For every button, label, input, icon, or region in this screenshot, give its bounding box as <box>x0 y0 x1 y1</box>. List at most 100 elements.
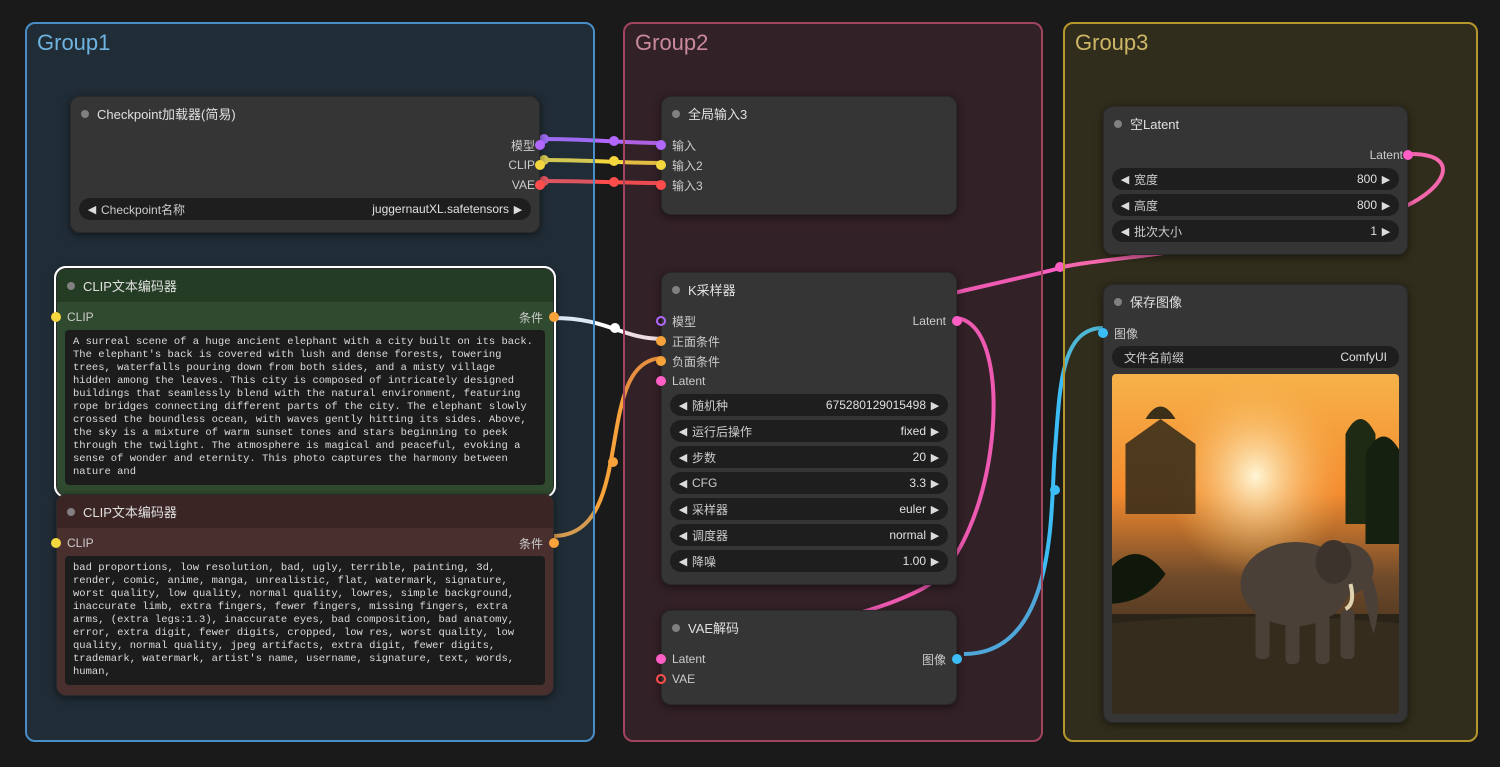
output-port-vae[interactable] <box>535 180 545 190</box>
input-port-latent[interactable] <box>656 654 666 664</box>
node-clip-text-encode-positive[interactable]: CLIP文本编码器 CLIP 条件 A surreal scene of a h… <box>56 268 554 496</box>
ksampler-widget-2[interactable]: ◀步数20▶ <box>670 446 948 468</box>
input-port-vae[interactable] <box>656 674 666 684</box>
arrow-right-icon[interactable]: ▶ <box>930 425 940 438</box>
widget-label: 高度 <box>1134 197 1158 214</box>
widget-value: juggernautXL.safetensors <box>193 202 509 216</box>
arrow-left-icon[interactable]: ◀ <box>678 503 688 516</box>
input-port-latent[interactable] <box>656 376 666 386</box>
node-header[interactable]: 全局输入3 <box>662 97 956 130</box>
widget-value: normal <box>736 528 926 542</box>
arrow-left-icon[interactable]: ◀ <box>1120 173 1130 186</box>
output-port-image[interactable] <box>952 654 962 664</box>
arrow-right-icon[interactable]: ▶ <box>1381 173 1391 186</box>
ksampler-widget-1[interactable]: ◀运行后操作fixed▶ <box>670 420 948 442</box>
ksampler-widget-4[interactable]: ◀采样器euler▶ <box>670 498 948 520</box>
group-1-title: Group1 <box>27 24 593 60</box>
arrow-left-icon[interactable]: ◀ <box>678 555 688 568</box>
node-title: K采样器 <box>688 280 736 299</box>
prompt-textarea[interactable]: A surreal scene of a huge ancient elepha… <box>65 330 545 485</box>
output-port-model[interactable] <box>535 140 545 150</box>
collapse-dot-icon[interactable] <box>672 110 680 118</box>
filename-prefix-widget[interactable]: 文件名前缀 ComfyUI <box>1112 346 1399 368</box>
arrow-left-icon[interactable]: ◀ <box>678 529 688 542</box>
arrow-left-icon[interactable]: ◀ <box>678 399 688 412</box>
ksampler-widget-5[interactable]: ◀调度器normal▶ <box>670 524 948 546</box>
collapse-dot-icon[interactable] <box>67 508 75 516</box>
node-title: Checkpoint加载器(简易) <box>97 104 236 123</box>
node-header[interactable]: K采样器 <box>662 273 956 306</box>
collapse-dot-icon[interactable] <box>1114 298 1122 306</box>
input-port-3[interactable] <box>656 180 666 190</box>
node-checkpoint-loader[interactable]: Checkpoint加载器(简易) 模型 CLIP VAE ◀ Checkpoi… <box>70 96 540 233</box>
input-port-1[interactable] <box>656 140 666 150</box>
arrow-right-icon[interactable]: ▶ <box>513 203 523 216</box>
ksampler-widget-6[interactable]: ◀降噪1.00▶ <box>670 550 948 572</box>
node-clip-text-encode-negative[interactable]: CLIP文本编码器 CLIP 条件 bad proportions, low r… <box>56 494 554 696</box>
input-port-clip[interactable] <box>51 312 61 322</box>
input-port-image[interactable] <box>1098 328 1108 338</box>
node-header[interactable]: CLIP文本编码器 <box>57 269 553 302</box>
empty-latent-widget-2[interactable]: ◀批次大小1▶ <box>1112 220 1399 242</box>
input-port-positive[interactable] <box>656 336 666 346</box>
ksampler-widget-0[interactable]: ◀随机种675280129015498▶ <box>670 394 948 416</box>
node-header[interactable]: 空Latent <box>1104 107 1407 140</box>
arrow-left-icon[interactable]: ◀ <box>678 451 688 464</box>
output-port-clip[interactable] <box>535 160 545 170</box>
input-port-2[interactable] <box>656 160 666 170</box>
widget-label: 降噪 <box>692 553 716 570</box>
output-port-latent[interactable] <box>952 316 962 326</box>
node-title: 保存图像 <box>1130 292 1182 311</box>
arrow-right-icon[interactable]: ▶ <box>930 503 940 516</box>
input-label-model: 模型 <box>672 313 696 330</box>
output-port-cond[interactable] <box>549 538 559 548</box>
node-title: VAE解码 <box>688 618 739 637</box>
arrow-right-icon[interactable]: ▶ <box>1381 199 1391 212</box>
group-3-title: Group3 <box>1065 24 1476 60</box>
node-header[interactable]: VAE解码 <box>662 611 956 644</box>
input-port-negative[interactable] <box>656 356 666 366</box>
collapse-dot-icon[interactable] <box>1114 120 1122 128</box>
arrow-right-icon[interactable]: ▶ <box>930 399 940 412</box>
arrow-left-icon[interactable]: ◀ <box>1120 199 1130 212</box>
prompt-textarea[interactable]: bad proportions, low resolution, bad, ug… <box>65 556 545 685</box>
widget-label: 步数 <box>692 449 716 466</box>
node-global-input-3[interactable]: 全局输入3 输入 输入2 输入3 <box>661 96 957 215</box>
arrow-left-icon[interactable]: ◀ <box>678 477 688 490</box>
empty-latent-widget-1[interactable]: ◀高度800▶ <box>1112 194 1399 216</box>
output-port-latent[interactable] <box>1403 150 1413 160</box>
input-port-clip[interactable] <box>51 538 61 548</box>
arrow-right-icon[interactable]: ▶ <box>930 477 940 490</box>
node-empty-latent[interactable]: 空Latent Latent ◀宽度800▶◀高度800▶◀批次大小1▶ <box>1103 106 1408 255</box>
input-label-3: 输入3 <box>672 177 703 194</box>
arrow-right-icon[interactable]: ▶ <box>930 529 940 542</box>
node-header[interactable]: CLIP文本编码器 <box>57 495 553 528</box>
arrow-left-icon[interactable]: ◀ <box>678 425 688 438</box>
node-ksampler[interactable]: K采样器 模型 Latent 正面条件 负面条件 Latent ◀随机种6752… <box>661 272 957 585</box>
node-header[interactable]: 保存图像 <box>1104 285 1407 318</box>
collapse-dot-icon[interactable] <box>672 286 680 294</box>
checkpoint-name-widget[interactable]: ◀ Checkpoint名称 juggernautXL.safetensors … <box>79 198 531 220</box>
node-vae-decode[interactable]: VAE解码 Latent 图像 VAE <box>661 610 957 705</box>
node-save-image[interactable]: 保存图像 图像 文件名前缀 ComfyUI <box>1103 284 1408 723</box>
collapse-dot-icon[interactable] <box>81 110 89 118</box>
arrow-left-icon[interactable]: ◀ <box>1120 225 1130 238</box>
arrow-right-icon[interactable]: ▶ <box>930 555 940 568</box>
node-header[interactable]: Checkpoint加载器(简易) <box>71 97 539 130</box>
image-preview[interactable] <box>1112 374 1399 714</box>
node-title: 全局输入3 <box>688 104 747 123</box>
input-label-latent: Latent <box>672 374 705 388</box>
output-label-image: 图像 <box>922 651 946 668</box>
arrow-left-icon[interactable]: ◀ <box>87 203 97 216</box>
output-port-cond[interactable] <box>549 312 559 322</box>
widget-value: 1 <box>1190 224 1377 238</box>
ksampler-widget-3[interactable]: ◀CFG3.3▶ <box>670 472 948 494</box>
arrow-right-icon[interactable]: ▶ <box>930 451 940 464</box>
collapse-dot-icon[interactable] <box>672 624 680 632</box>
empty-latent-widget-0[interactable]: ◀宽度800▶ <box>1112 168 1399 190</box>
collapse-dot-icon[interactable] <box>67 282 75 290</box>
arrow-right-icon[interactable]: ▶ <box>1381 225 1391 238</box>
input-port-model[interactable] <box>656 316 666 326</box>
input-label-latent: Latent <box>672 652 705 666</box>
output-label-cond: 条件 <box>519 309 543 326</box>
